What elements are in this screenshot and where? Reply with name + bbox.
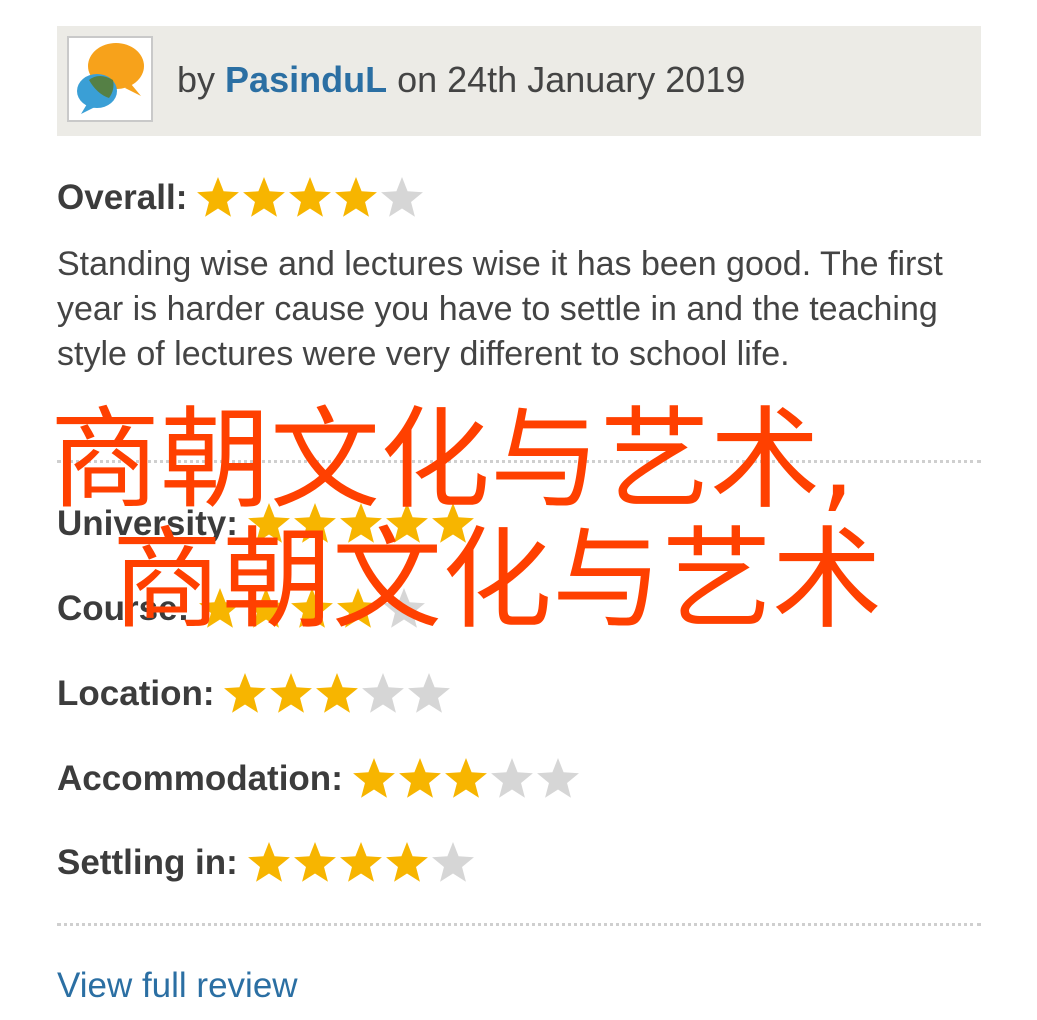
star-filled-icon xyxy=(245,588,288,628)
star-filled-icon xyxy=(431,503,474,543)
rating-label: Accommodation: xyxy=(57,759,343,798)
star-filled-icon xyxy=(293,503,336,543)
star-filled-icon xyxy=(289,177,332,217)
star-filled-icon xyxy=(385,842,428,882)
star-filled-icon xyxy=(444,758,487,798)
star-filled-icon xyxy=(335,177,378,217)
star-empty-icon xyxy=(381,177,424,217)
review-card: by PasinduL on 24th January 2019 Overall… xyxy=(0,0,1037,1020)
rating-row-university: University: xyxy=(57,500,476,548)
star-filled-icon xyxy=(199,588,242,628)
star-filled-icon xyxy=(270,673,313,713)
star-filled-icon xyxy=(339,842,382,882)
star-empty-icon xyxy=(362,673,405,713)
star-empty-icon xyxy=(490,758,533,798)
review-byline: by PasinduL on 24th January 2019 xyxy=(177,59,745,101)
rating-row-course: Course: xyxy=(57,585,427,633)
rating-label: Overall: xyxy=(57,178,188,217)
speech-bubbles-icon xyxy=(77,43,144,114)
rating-label: Location: xyxy=(57,674,215,713)
rating-row-settling-in: Settling in: xyxy=(57,839,476,887)
author-link[interactable]: PasinduL xyxy=(225,59,387,100)
view-full-review-link[interactable]: View full review xyxy=(57,966,298,1006)
star-filled-icon xyxy=(339,503,382,543)
review-date: on 24th January 2019 xyxy=(397,59,746,100)
rating-row-overall: Overall: xyxy=(57,174,425,222)
star-rating xyxy=(246,840,476,886)
star-rating xyxy=(195,175,425,221)
review-text: Standing wise and lectures wise it has b… xyxy=(57,245,943,373)
star-filled-icon xyxy=(398,758,441,798)
star-filled-icon xyxy=(247,503,290,543)
divider xyxy=(57,460,981,463)
star-empty-icon xyxy=(431,842,474,882)
star-rating xyxy=(197,586,427,632)
by-prefix: by xyxy=(177,59,216,100)
star-rating xyxy=(246,501,476,547)
avatar[interactable] xyxy=(67,36,153,122)
star-filled-icon xyxy=(337,588,380,628)
rating-label: Course: xyxy=(57,589,190,628)
star-filled-icon xyxy=(385,503,428,543)
rating-label: University: xyxy=(57,504,238,543)
star-filled-icon xyxy=(352,758,395,798)
star-empty-icon xyxy=(536,758,579,798)
rating-label: Settling in: xyxy=(57,843,238,882)
review-header: by PasinduL on 24th January 2019 xyxy=(57,26,981,136)
star-filled-icon xyxy=(247,842,290,882)
rating-row-location: Location: xyxy=(57,670,452,718)
star-empty-icon xyxy=(408,673,451,713)
star-filled-icon xyxy=(291,588,334,628)
star-filled-icon xyxy=(316,673,359,713)
star-filled-icon xyxy=(293,842,336,882)
rating-row-accommodation: Accommodation: xyxy=(57,755,581,803)
divider xyxy=(57,923,981,926)
star-filled-icon xyxy=(243,177,286,217)
star-filled-icon xyxy=(197,177,240,217)
star-filled-icon xyxy=(224,673,267,713)
star-empty-icon xyxy=(383,588,426,628)
star-rating xyxy=(222,671,452,717)
star-rating xyxy=(351,756,581,802)
